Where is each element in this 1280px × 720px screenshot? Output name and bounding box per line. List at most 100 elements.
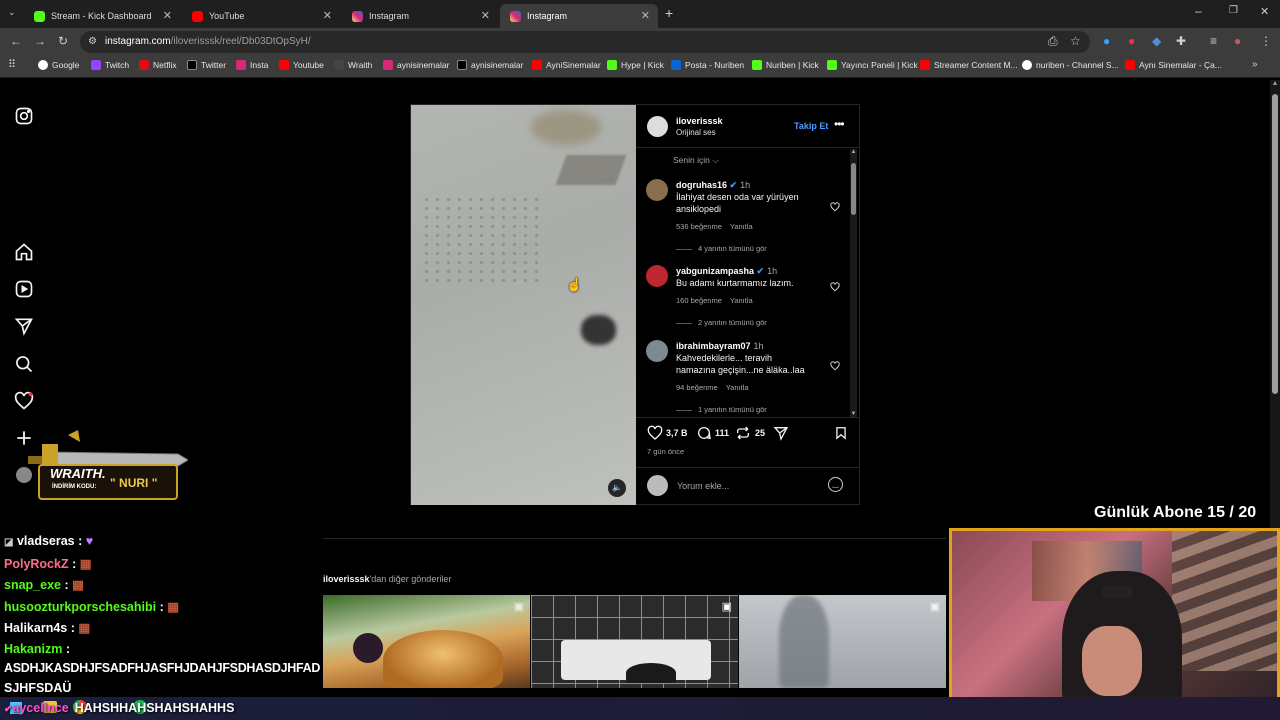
instagram-logo-icon[interactable]	[14, 106, 34, 126]
more-post-thumbnail[interactable]: ▣	[739, 595, 946, 688]
tab-kick-dashboard[interactable]: Stream - Kick Dashboard ✕	[24, 4, 180, 28]
back-icon[interactable]: ←	[10, 34, 22, 48]
notifications-heart-icon[interactable]	[14, 391, 34, 411]
comment-like-count[interactable]: 536 beğenme	[676, 222, 722, 231]
tab-instagram-active[interactable]: Instagram ✕	[500, 4, 658, 28]
current-user-avatar	[647, 475, 668, 496]
cursor-icon: ☝	[566, 277, 583, 292]
extension-icon[interactable]: ●	[1128, 34, 1135, 48]
reload-icon[interactable]: ↻	[58, 34, 68, 48]
author-avatar[interactable]	[647, 116, 668, 137]
tab-search-icon[interactable]: ⌄	[8, 7, 16, 18]
home-icon[interactable]	[14, 242, 34, 262]
tab-youtube[interactable]: YouTube ✕	[182, 4, 340, 28]
reply-button[interactable]: Yanıtla	[730, 222, 753, 231]
more-posts-username[interactable]: iloverisssk	[323, 574, 370, 584]
mute-toggle-button[interactable]: 🔈	[608, 479, 626, 497]
view-replies-button[interactable]: 2 yanıtın tümünü gör	[676, 318, 767, 327]
bookmark-hype-kick[interactable]: Hype | Kick	[607, 60, 664, 70]
bookmark-aynisinemalar-insta[interactable]: aynisinemalar	[383, 60, 449, 70]
bookmark-insta[interactable]: Insta	[236, 60, 268, 70]
restore-icon[interactable]: ❐	[1229, 5, 1238, 16]
comment-count[interactable]: 111	[715, 428, 729, 438]
bookmark-ayni-sinemalar[interactable]: Aynı Sinemalar - Ça...	[1125, 60, 1222, 70]
comment-like-count[interactable]: 160 beğenme	[676, 296, 722, 305]
close-tab-icon[interactable]: ✕	[323, 9, 332, 22]
author-username[interactable]: iloverisssk	[676, 116, 723, 126]
commenter-avatar[interactable]	[646, 179, 668, 201]
bookmark-netflix[interactable]: Netflix	[139, 60, 177, 70]
commenter-username[interactable]: ibrahimbayram07 1h	[676, 341, 764, 351]
commenter-username[interactable]: dogruhas16 ✔ 1h	[676, 180, 750, 191]
like-count[interactable]: 3,7 B	[666, 428, 688, 438]
bookmark-google[interactable]: Google	[38, 60, 79, 70]
reply-button[interactable]: Yanıtla	[726, 383, 749, 392]
bookmark-nuriben-channel[interactable]: nuriben - Channel S...	[1022, 60, 1119, 70]
view-replies-button[interactable]: 1 yanıtın tümünü gör	[676, 405, 767, 414]
audio-label[interactable]: Orijinal ses	[676, 128, 716, 137]
forward-icon[interactable]: →	[34, 34, 46, 48]
extension-icon[interactable]: ◆	[1152, 34, 1161, 48]
scroll-up-icon[interactable]: ▲	[1270, 80, 1280, 87]
more-post-thumbnail[interactable]: ▣	[323, 595, 530, 688]
comment-like-count[interactable]: 94 beğenme	[676, 383, 718, 392]
save-bookmark-icon[interactable]	[834, 425, 848, 441]
profile-avatar-icon[interactable]: ●	[1234, 34, 1241, 48]
bookmark-twitter[interactable]: Twitter	[187, 60, 226, 70]
bookmark-youtube[interactable]: Youtube	[279, 60, 324, 70]
scroll-up-icon[interactable]: ▲	[850, 149, 857, 155]
bookmark-yayinci-paneli[interactable]: Yayıncı Paneli | Kick	[827, 60, 918, 70]
close-tab-icon[interactable]: ✕	[481, 9, 490, 22]
comment-icon[interactable]	[696, 425, 712, 441]
comment-sort-dropdown[interactable]: Senin için ⌵	[673, 155, 719, 166]
scrollbar-thumb[interactable]	[851, 163, 856, 215]
browser-menu-icon[interactable]: ⋮	[1260, 34, 1272, 48]
bookmark-star-icon[interactable]: ☆	[1070, 34, 1081, 48]
bookmark-streamer-content[interactable]: Streamer Content M...	[920, 60, 1018, 70]
post-date[interactable]: 7 gün önce	[647, 447, 684, 456]
extension-icon[interactable]: ●	[1103, 34, 1110, 48]
search-icon[interactable]	[14, 354, 34, 374]
reels-icon[interactable]	[14, 279, 34, 299]
view-replies-button[interactable]: 4 yanıtın tümünü gör	[676, 244, 767, 253]
bookmark-twitch[interactable]: Twitch	[91, 60, 129, 70]
bookmark-aynisinemalar-yt[interactable]: AyniSinemalar	[532, 60, 601, 70]
more-post-thumbnail[interactable]: ▣	[531, 595, 738, 688]
reply-button[interactable]: Yanıtla	[730, 296, 753, 305]
commenter-username[interactable]: yabgunizampasha ✔ 1h	[676, 266, 777, 277]
more-options-icon[interactable]: •••	[834, 117, 845, 131]
bookmark-aynisinemalar-x[interactable]: aynisinemalar	[457, 60, 523, 70]
address-bar[interactable]: ⚙ instagram.com/iloverisssk/reel/Db03DtO…	[80, 31, 1090, 53]
page-scrollbar-thumb[interactable]	[1272, 94, 1278, 394]
follow-button[interactable]: Takip Et	[794, 121, 828, 131]
emoji-icon[interactable]: ‿	[828, 477, 843, 492]
commenter-avatar[interactable]	[646, 340, 668, 362]
install-app-icon[interactable]: ⎙	[1048, 34, 1058, 49]
commenter-avatar[interactable]	[646, 265, 668, 287]
close-tab-icon[interactable]: ✕	[641, 9, 650, 22]
more-bookmarks-icon[interactable]: »	[1252, 59, 1258, 70]
direct-messages-icon[interactable]	[14, 316, 34, 336]
apps-grid-icon[interactable]: ⠿	[8, 58, 16, 71]
like-comment-icon[interactable]	[830, 282, 840, 292]
repost-icon[interactable]	[735, 425, 751, 441]
repost-count[interactable]: 25	[755, 428, 765, 438]
share-icon[interactable]	[773, 425, 789, 441]
like-icon[interactable]	[647, 425, 663, 441]
bookmark-wraith[interactable]: Wraith	[334, 60, 372, 70]
comment-input[interactable]: Yorum ekle...	[677, 481, 729, 491]
bookmark-nuriben-kick[interactable]: Nuriben | Kick	[752, 60, 819, 70]
media-control-icon[interactable]: ≡	[1210, 34, 1217, 48]
reel-video[interactable]: ☝ 🔈	[411, 105, 636, 505]
close-window-icon[interactable]: ✕	[1260, 5, 1269, 18]
tab-instagram[interactable]: Instagram ✕	[342, 4, 498, 28]
minimize-icon[interactable]: –	[1195, 4, 1202, 18]
like-comment-icon[interactable]	[830, 202, 840, 212]
new-tab-icon[interactable]: +	[665, 5, 673, 21]
close-tab-icon[interactable]: ✕	[163, 9, 172, 22]
like-comment-icon[interactable]	[830, 361, 840, 371]
site-info-icon[interactable]: ⚙	[88, 31, 97, 53]
bookmark-posta[interactable]: Posta - Nuriben	[671, 60, 744, 70]
comments-scrollbar[interactable]: ▲ ▼	[850, 149, 857, 417]
extensions-puzzle-icon[interactable]: ✚	[1176, 34, 1186, 48]
